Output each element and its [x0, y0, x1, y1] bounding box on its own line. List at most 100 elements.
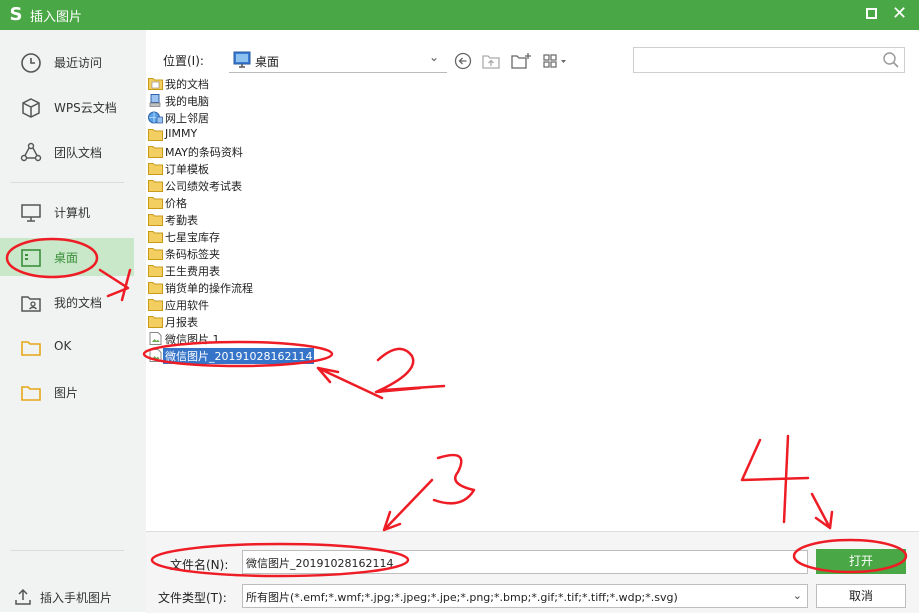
sidebar-divider — [10, 550, 124, 551]
list-item[interactable]: 价格 — [147, 194, 447, 211]
filename-input[interactable]: 微信图片_20191028162114 — [242, 550, 808, 574]
chevron-down-icon: ⌄ — [792, 589, 802, 602]
location-label: 位置(I): — [163, 54, 204, 68]
list-item[interactable]: 网上邻居 — [147, 109, 447, 126]
file-name: 我的电脑 — [165, 95, 209, 108]
folder-icon — [148, 231, 163, 243]
grid-view-icon — [543, 54, 566, 68]
file-name: 七星宝库存 — [165, 231, 220, 244]
list-item[interactable]: 应用软件 — [147, 296, 447, 313]
folder-icon — [21, 386, 41, 401]
maximize-icon[interactable] — [866, 8, 877, 19]
desktop-location-icon — [233, 51, 251, 68]
insert-phone-image-label: 插入手机图片 — [40, 591, 113, 605]
filetype-select[interactable]: 所有图片(*.emf;*.wmf;*.jpg;*.jpeg;*.jpe;*.pn… — [242, 584, 808, 608]
sidebar-item-label: 最近访问 — [54, 56, 103, 70]
sidebar-item-team-docs[interactable]: 团队文档 — [0, 133, 134, 171]
folder-icon — [148, 129, 163, 141]
folder-icon — [148, 163, 163, 175]
sidebar-item-pictures[interactable]: 图片 — [0, 373, 134, 411]
folder-icon — [148, 282, 163, 294]
new-folder-button[interactable] — [510, 52, 531, 72]
file-name: 我的文档 — [165, 78, 209, 91]
list-item[interactable]: 微信图片 1 — [147, 330, 447, 347]
file-name: 微信图片_20191028162114 — [163, 348, 315, 364]
folder-icon — [148, 197, 163, 209]
file-name: 公司绩效考试表 — [165, 180, 242, 193]
file-name: 条码标签夹 — [165, 248, 220, 261]
filename-label: 文件名(N): — [170, 558, 229, 572]
search-input[interactable] — [633, 47, 905, 73]
desktop-icon — [21, 249, 41, 267]
list-item[interactable]: 我的文档 — [147, 75, 447, 92]
list-item[interactable]: 七星宝库存 — [147, 228, 447, 245]
list-item[interactable]: 王生费用表 — [147, 262, 447, 279]
list-item[interactable]: MAY的条码资料 — [147, 143, 447, 160]
folder-icon — [148, 180, 163, 192]
back-arrow-icon — [454, 52, 472, 70]
list-item[interactable]: 公司绩效考试表 — [147, 177, 447, 194]
sidebar-item-computer[interactable]: 计算机 — [0, 193, 134, 231]
window-title: 插入图片 — [30, 10, 83, 25]
sidebar-item-my-documents[interactable]: 我的文档 — [0, 283, 134, 321]
view-mode-button[interactable] — [540, 52, 570, 72]
list-item[interactable]: 考勤表 — [147, 211, 447, 228]
image-file-icon — [149, 349, 162, 362]
close-icon[interactable]: ✕ — [892, 3, 907, 25]
folder-icon — [148, 214, 163, 226]
cancel-button[interactable]: 取消 — [816, 584, 906, 608]
sidebar-item-label: 我的文档 — [54, 296, 103, 310]
folder-icon — [148, 299, 163, 311]
up-folder-button[interactable] — [481, 52, 501, 72]
up-folder-icon — [482, 55, 500, 69]
folder-icon — [148, 248, 163, 260]
sidebar-item-label: OK — [54, 339, 72, 353]
list-item[interactable]: 订单模板 — [147, 160, 447, 177]
network-icon — [148, 111, 163, 124]
file-name: 王生费用表 — [165, 265, 220, 278]
list-item[interactable]: 我的电脑 — [147, 92, 447, 109]
sidebar-divider — [10, 182, 124, 183]
file-name: MAY的条码资料 — [165, 146, 243, 159]
file-name: 应用软件 — [165, 299, 209, 312]
open-button[interactable]: 打开 — [816, 549, 906, 574]
title-bar: S 插入图片 ✕ — [0, 0, 919, 30]
back-button[interactable] — [453, 52, 473, 72]
list-item[interactable]: 月报表 — [147, 313, 447, 330]
upload-icon — [15, 588, 31, 605]
team-icon — [20, 142, 42, 162]
file-list: 我的文档 我的电脑 网上邻居 JIMMY MAY的条码资料 订单模板 公司绩效考… — [147, 75, 907, 530]
folder-icon — [148, 146, 163, 158]
list-item-selected[interactable]: 微信图片_20191028162114 — [147, 347, 447, 364]
location-dropdown[interactable]: 桌面 ⌄ — [229, 48, 447, 73]
clock-icon — [21, 53, 41, 73]
user-folder-icon — [21, 296, 41, 312]
folder-icon — [148, 316, 163, 328]
file-name: 月报表 — [165, 316, 198, 329]
location-value: 桌面 — [255, 55, 280, 69]
sidebar-item-label: 图片 — [54, 386, 79, 400]
filetype-value: 所有图片(*.emf;*.wmf;*.jpg;*.jpeg;*.jpe;*.pn… — [246, 591, 678, 604]
sidebar-item-ok[interactable]: OK — [0, 328, 134, 366]
file-name: 考勤表 — [165, 214, 198, 227]
sidebar-item-wps-cloud[interactable]: WPS云文档 — [0, 88, 134, 126]
monitor-icon — [21, 204, 41, 222]
chevron-down-icon: ⌄ — [429, 50, 440, 64]
file-name: 价格 — [165, 197, 187, 210]
sidebar-item-desktop[interactable]: 桌面 — [0, 238, 134, 276]
list-item[interactable]: JIMMY — [147, 126, 447, 143]
list-item[interactable]: 销货单的操作流程 — [147, 279, 447, 296]
file-name: 微信图片 1 — [165, 333, 220, 346]
cube-icon — [22, 98, 40, 118]
insert-phone-image-button[interactable]: 插入手机图片 — [12, 586, 142, 610]
list-item[interactable]: 条码标签夹 — [147, 245, 447, 262]
file-name: 销货单的操作流程 — [165, 282, 253, 295]
sidebar-item-label: 计算机 — [54, 206, 91, 220]
file-name: 订单模板 — [165, 163, 209, 176]
new-folder-icon — [511, 53, 531, 69]
folder-icon — [21, 341, 41, 356]
image-file-icon — [149, 332, 162, 345]
sidebar-item-recent[interactable]: 最近访问 — [0, 43, 134, 81]
wps-logo-icon: S — [9, 4, 23, 25]
sidebar-item-label: 团队文档 — [54, 146, 103, 160]
